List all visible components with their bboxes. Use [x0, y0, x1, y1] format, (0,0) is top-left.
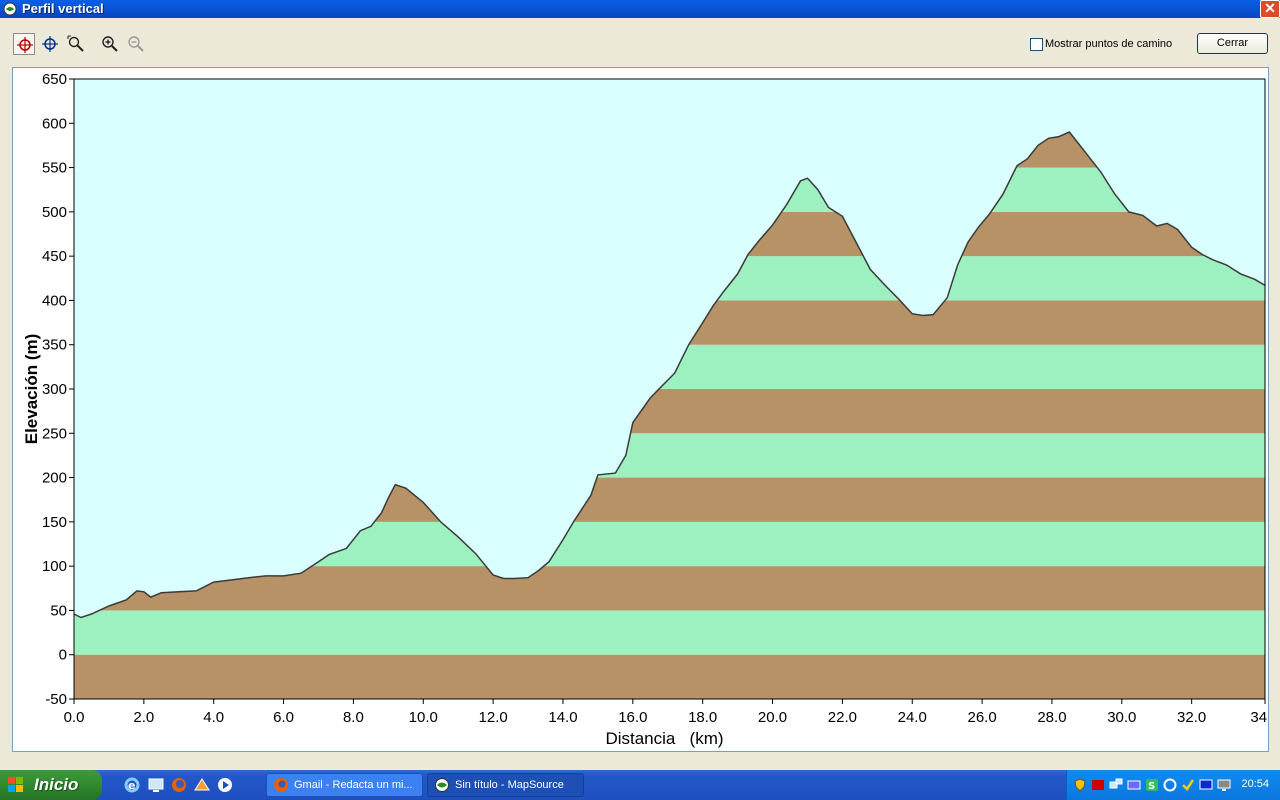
mapsource-icon: [435, 778, 449, 792]
y-tick-label: 100: [42, 558, 67, 575]
x-tick-label: 2.0: [133, 709, 154, 726]
sync-icon[interactable]: S: [1145, 778, 1159, 792]
system-tray: S 20:54: [1066, 770, 1280, 800]
zoom-area-icon: [67, 35, 84, 52]
select-point-icon: [17, 37, 33, 53]
network-icon[interactable]: [1109, 778, 1123, 792]
select-point-tool[interactable]: [13, 33, 35, 55]
monitor-icon[interactable]: [1217, 778, 1231, 792]
x-tick-label: 10.0: [409, 709, 438, 726]
taskbar: Inicio e Gmail - Redacta un mi... Sin tí…: [0, 770, 1280, 800]
zoom-in-icon: [102, 36, 118, 52]
x-tick-label: 22.0: [828, 709, 857, 726]
elevation-band: [74, 654, 1265, 699]
start-label: Inicio: [34, 775, 79, 794]
start-button[interactable]: Inicio: [0, 770, 102, 800]
close-icon: ✕: [1264, 0, 1276, 16]
y-tick-label: 150: [42, 514, 67, 531]
x-tick-label: 14.0: [548, 709, 577, 726]
y-tick-label: 550: [42, 160, 67, 177]
x-tick-label: 8.0: [343, 709, 364, 726]
x-tick-label: 16.0: [618, 709, 647, 726]
security-shield-icon[interactable]: [1073, 778, 1087, 792]
y-tick-label: 300: [42, 381, 67, 398]
taskbar-item-label: Gmail - Redacta un mi...: [294, 779, 413, 791]
y-tick-label: 350: [42, 337, 67, 354]
x-tick-label: 18.0: [688, 709, 717, 726]
media-player-icon[interactable]: [216, 776, 234, 794]
svg-text:S: S: [1148, 781, 1155, 792]
checkmark-icon[interactable]: [1181, 778, 1195, 792]
y-tick-label: 50: [50, 602, 67, 619]
y-tick-label: 500: [42, 204, 67, 221]
x-axis-label: Distancia (km): [605, 729, 723, 748]
update-icon[interactable]: [1163, 778, 1177, 792]
taskbar-item-label: Sin título - MapSource: [455, 779, 564, 791]
show-desktop-icon[interactable]: [147, 776, 165, 794]
x-tick-label: 6.0: [273, 709, 294, 726]
y-tick-label: 250: [42, 425, 67, 442]
mapsource-app-icon: [3, 2, 17, 16]
show-waypoints-checkbox[interactable]: [1030, 38, 1043, 51]
internet-explorer-icon[interactable]: e: [123, 776, 141, 794]
display-icon[interactable]: [1199, 778, 1213, 792]
y-axis-label: Elevación (m): [22, 334, 41, 445]
toolbar: Mostrar puntos de camino Cerrar: [0, 18, 1280, 66]
y-tick-label: 650: [42, 71, 67, 88]
taskbar-item-gmail[interactable]: Gmail - Redacta un mi...: [266, 773, 423, 797]
firefox-quicklaunch-icon[interactable]: [170, 776, 188, 794]
zoom-out-tool[interactable]: [125, 33, 147, 55]
crosshair-tool[interactable]: [39, 33, 61, 55]
x-tick-label: 0.0: [64, 709, 85, 726]
elevation-profile-chart[interactable]: 650600550500450400350300250200150100500-…: [13, 68, 1268, 751]
y-tick-label: 0: [59, 647, 67, 664]
x-tick-label: 12.0: [479, 709, 508, 726]
x-tick-label: 4.0: [203, 709, 224, 726]
y-tick-label: 600: [42, 115, 67, 132]
zoom-in-tool[interactable]: [99, 33, 121, 55]
y-tick-label: 450: [42, 248, 67, 265]
elevation-band: [74, 610, 1265, 655]
x-tick-label: 32.0: [1177, 709, 1206, 726]
crosshair-icon: [42, 36, 58, 52]
svg-text:e: e: [128, 779, 135, 792]
x-tick-label: 34.1: [1250, 709, 1268, 726]
window-title: Perfil vertical: [22, 1, 104, 16]
zoom-out-icon: [128, 36, 144, 52]
y-tick-label: 200: [42, 470, 67, 487]
x-tick-label: 30.0: [1107, 709, 1136, 726]
x-tick-label: 24.0: [898, 709, 927, 726]
connection-icon[interactable]: [1127, 778, 1141, 792]
system-clock: 20:54: [1241, 778, 1269, 790]
application-quicklaunch-icon[interactable]: [193, 776, 211, 794]
zoom-area-tool[interactable]: [65, 33, 87, 55]
y-tick-label: -50: [45, 691, 67, 708]
window-title-bar: Perfil vertical ✕: [0, 0, 1280, 18]
antivirus-icon[interactable]: [1091, 778, 1105, 792]
taskbar-item-mapsource[interactable]: Sin título - MapSource: [427, 773, 584, 797]
window-close-button[interactable]: ✕: [1260, 0, 1280, 18]
x-tick-label: 20.0: [758, 709, 787, 726]
show-waypoints-label[interactable]: Mostrar puntos de camino: [1045, 37, 1172, 51]
close-button[interactable]: Cerrar: [1197, 33, 1268, 54]
x-tick-label: 28.0: [1037, 709, 1066, 726]
firefox-icon: [274, 778, 288, 792]
y-tick-label: 400: [42, 292, 67, 309]
x-tick-label: 26.0: [967, 709, 996, 726]
windows-logo-icon: [8, 777, 23, 792]
elevation-profile-panel: 650 600 550 500 450 400 350 300 250 200 150 100 50 0-…: [12, 67, 1269, 752]
